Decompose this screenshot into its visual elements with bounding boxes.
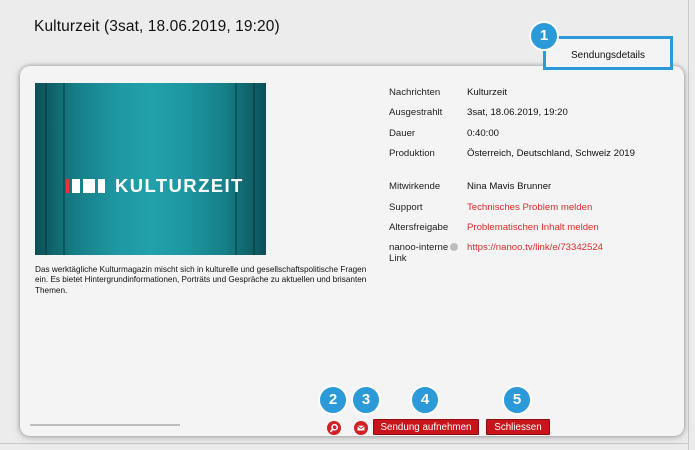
detail-value: Nina Mavis Brunner (467, 181, 552, 192)
callout-badge-5: 5 (502, 385, 532, 415)
detail-label: nanoo-interne Link (389, 242, 449, 264)
page-title: Kulturzeit (3sat, 18.06.2019, 19:20) (34, 18, 280, 35)
detail-label: Produktion (389, 148, 435, 159)
tab-sendungsdetails[interactable]: Sendungsdetails (543, 36, 673, 70)
close-button[interactable]: Schliessen (486, 419, 550, 435)
search-icon (329, 423, 338, 433)
kulturzeit-logo: KULTURZEIT (66, 175, 244, 197)
detail-label: Ausgestrahlt (389, 107, 443, 118)
detail-label: Mitwirkende (389, 181, 441, 192)
logo-text: KULTURZEIT (115, 175, 244, 196)
report-technical-problem-link[interactable]: Technisches Problem melden (467, 202, 657, 213)
email-button[interactable] (354, 421, 368, 435)
report-content-link[interactable]: Problematischen Inhalt melden (467, 222, 657, 233)
callout-badge-2: 2 (318, 385, 348, 415)
detail-label: Support (389, 202, 423, 213)
search-button[interactable] (327, 421, 341, 435)
record-broadcast-button[interactable]: Sendung aufnehmen (373, 419, 479, 435)
callout-badge-4: 4 (410, 385, 440, 415)
detail-label: Dauer (389, 128, 416, 139)
frame-border-bottom (0, 443, 689, 444)
frame-border-right (688, 0, 689, 450)
tab-label: Sendungsdetails (571, 50, 645, 61)
detail-value: Österreich, Deutschland, Schweiz 2019 (467, 148, 635, 159)
nanoo-link[interactable]: https://nanoo.tv/link/e/73342524 (467, 242, 657, 253)
envelope-icon (357, 425, 365, 431)
detail-value: 0:40:00 (467, 128, 500, 139)
callout-badge-1: 1 (529, 21, 559, 51)
detail-label: Altersfreigabe (389, 222, 449, 233)
card-shadow-line (30, 424, 180, 426)
callout-badge-3: 3 (351, 385, 381, 415)
broadcast-thumbnail: KULTURZEIT (35, 83, 266, 255)
detail-value: 3sat, 18.06.2019, 19:20 (467, 107, 568, 118)
broadcast-description: Das werktägliche Kulturmagazin mischt si… (35, 265, 367, 295)
detail-label: Nachrichten (389, 87, 441, 98)
detail-value: Kulturzeit (467, 87, 507, 98)
info-icon[interactable] (450, 243, 458, 251)
